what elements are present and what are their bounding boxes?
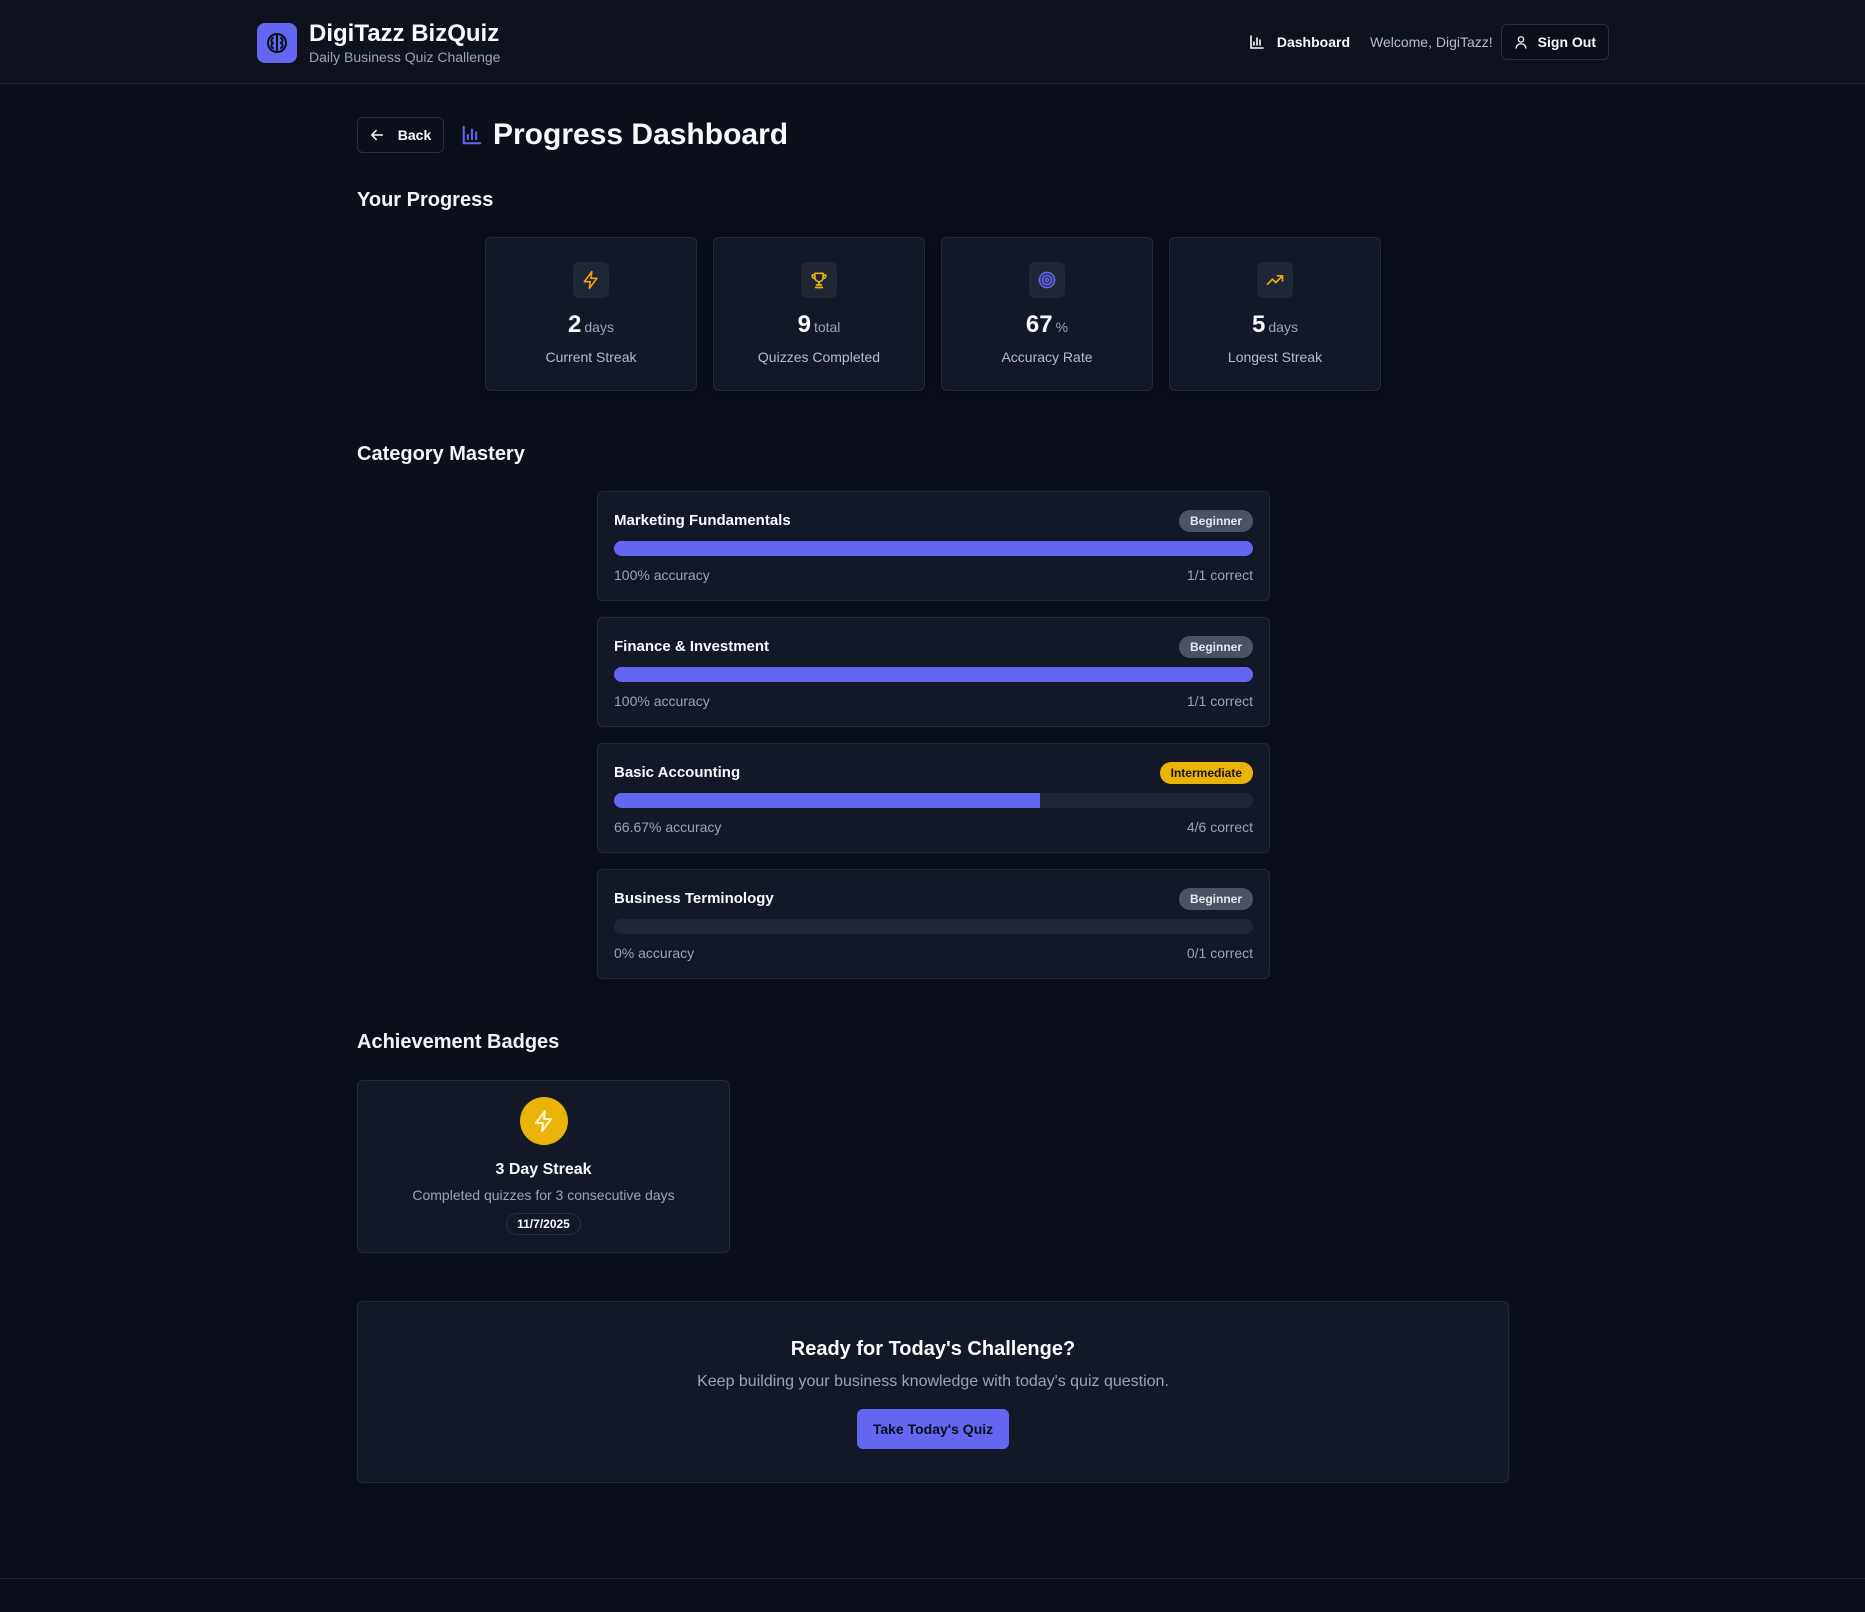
- level-badge: Beginner: [1178, 510, 1253, 532]
- achievement-badge-card: 3 Day Streak Completed quizzes for 3 con…: [357, 1080, 730, 1253]
- category-name: Basic Accounting: [614, 764, 741, 781]
- stat-card-longest-streak: 5 days Longest Streak: [1169, 237, 1381, 391]
- brand[interactable]: DigiTazz BizQuiz Daily Business Quiz Cha…: [257, 21, 500, 65]
- category-card: Business Terminology Beginner 0% accurac…: [597, 869, 1270, 979]
- accuracy-progress-bar: [614, 919, 1253, 934]
- sign-out-button[interactable]: Sign Out: [1500, 24, 1609, 60]
- cta-title: Ready for Today's Challenge?: [790, 1338, 1076, 1360]
- daily-challenge-cta: Ready for Today's Challenge? Keep buildi…: [357, 1301, 1509, 1483]
- top-nav: Dashboard Welcome, DigiTazz! Sign Out: [1249, 24, 1609, 60]
- stat-value: 2: [568, 311, 582, 338]
- stat-unit: days: [584, 319, 614, 335]
- accuracy-text: 100% accuracy: [614, 693, 710, 709]
- correct-count: 4/6 correct: [1186, 819, 1253, 835]
- stat-card-quizzes-completed: 9 total Quizzes Completed: [713, 237, 925, 391]
- back-button[interactable]: Back: [357, 117, 444, 153]
- back-label: Back: [397, 127, 432, 143]
- level-badge: Beginner: [1178, 888, 1253, 910]
- target-icon: [1029, 262, 1065, 298]
- zap-icon: [519, 1097, 568, 1145]
- level-badge: Intermediate: [1159, 762, 1253, 784]
- category-card: Basic Accounting Intermediate 66.67% acc…: [597, 743, 1270, 853]
- badge-name: 3 Day Streak: [495, 1161, 592, 1178]
- badge-date: 11/7/2025: [506, 1213, 581, 1235]
- accuracy-progress-bar: [614, 793, 1253, 808]
- footer-divider: [0, 1578, 1865, 1579]
- zap-icon: [573, 262, 609, 298]
- cta-text: Keep building your business knowledge wi…: [697, 1373, 1169, 1390]
- stat-value: 67: [1025, 311, 1053, 338]
- nav-dashboard-label: Dashboard: [1276, 34, 1350, 50]
- category-name: Business Terminology: [614, 890, 774, 907]
- brain-icon: [257, 23, 297, 63]
- category-card: Finance & Investment Beginner 100% accur…: [597, 617, 1270, 727]
- accuracy-progress-fill: [614, 793, 1041, 808]
- stat-label: Accuracy Rate: [1001, 349, 1093, 365]
- welcome-text: Welcome, DigiTazz!: [1370, 34, 1493, 50]
- section-title-progress: Your Progress: [357, 189, 494, 211]
- stat-unit: %: [1055, 319, 1069, 335]
- accuracy-text: 0% accuracy: [614, 945, 695, 961]
- accuracy-text: 66.67% accuracy: [614, 819, 722, 835]
- correct-count: 1/1 correct: [1186, 693, 1253, 709]
- page-title: Progress Dashboard: [493, 118, 789, 151]
- stat-unit: total: [813, 319, 841, 335]
- correct-count: 1/1 correct: [1186, 567, 1253, 583]
- section-title-achievements: Achievement Badges: [357, 1031, 560, 1053]
- nav-dashboard-link[interactable]: Dashboard: [1249, 34, 1350, 50]
- category-name: Finance & Investment: [614, 638, 770, 655]
- take-quiz-button[interactable]: Take Today's Quiz: [856, 1409, 1010, 1449]
- stat-label: Quizzes Completed: [757, 349, 881, 365]
- user-icon: [1515, 36, 1527, 49]
- page-title-row: Progress Dashboard: [461, 118, 788, 152]
- bar-chart-icon: [1250, 35, 1264, 49]
- accuracy-progress-bar: [614, 667, 1253, 682]
- level-badge: Beginner: [1178, 636, 1253, 658]
- trending-up-icon: [1257, 262, 1293, 298]
- stat-value: 5: [1252, 311, 1266, 338]
- stats-row: 2 days Current Streak 9 total Quizzes Comp…: [485, 237, 1381, 391]
- stat-value: 9: [797, 311, 811, 338]
- trophy-icon: [801, 262, 837, 298]
- accuracy-progress-fill: [614, 541, 1253, 556]
- stat-unit: days: [1268, 319, 1298, 335]
- accuracy-text: 100% accuracy: [614, 567, 710, 583]
- accuracy-progress-fill: [614, 667, 1253, 682]
- badge-description: Completed quizzes for 3 consecutive days: [412, 1187, 675, 1203]
- brand-title: DigiTazz BizQuiz: [309, 20, 500, 47]
- app-header: DigiTazz BizQuiz Daily Business Quiz Cha…: [0, 0, 1865, 84]
- category-card: Marketing Fundamentals Beginner 100% acc…: [597, 491, 1270, 601]
- category-list: Marketing Fundamentals Beginner 100% acc…: [597, 491, 1270, 995]
- accuracy-progress-bar: [614, 541, 1253, 556]
- correct-count: 0/1 correct: [1186, 945, 1253, 961]
- stat-label: Current Streak: [545, 349, 637, 365]
- category-name: Marketing Fundamentals: [614, 512, 791, 529]
- arrow-left-icon: [370, 129, 383, 141]
- stat-card-accuracy-rate: 67% Accuracy Rate: [941, 237, 1153, 391]
- sign-out-label: Sign Out: [1537, 34, 1596, 50]
- stat-card-current-streak: 2 days Current Streak: [485, 237, 697, 391]
- bar-chart-icon: [462, 125, 482, 145]
- section-title-mastery: Category Mastery: [357, 443, 525, 465]
- stat-label: Longest Streak: [1227, 349, 1323, 365]
- brand-subtitle: Daily Business Quiz Challenge: [309, 49, 501, 65]
